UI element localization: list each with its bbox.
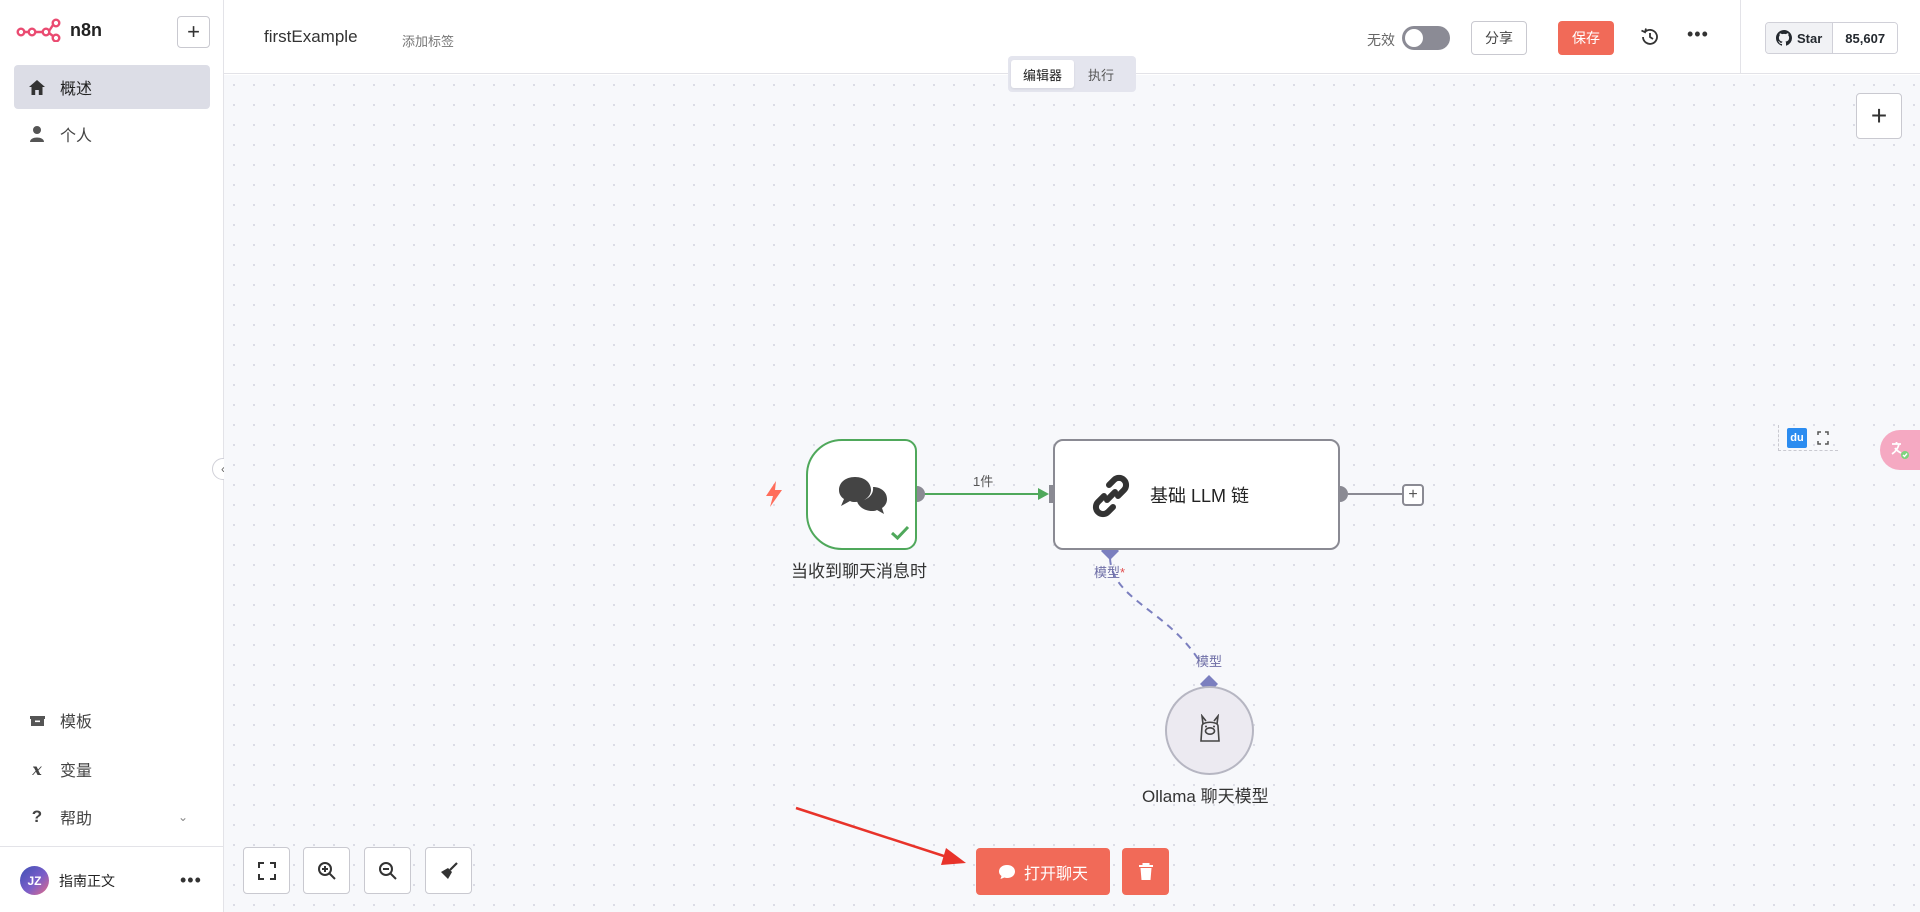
expand-icon[interactable]	[1817, 430, 1829, 445]
du-badge[interactable]: du	[1787, 427, 1807, 448]
translate-icon	[1891, 442, 1909, 459]
du-translate-widget[interactable]: du	[1778, 425, 1838, 451]
translate-floating-icon[interactable]	[1880, 430, 1920, 470]
arrow-head-icon	[941, 848, 966, 865]
annotation-arrow	[795, 806, 966, 865]
n8n-app: n8n + 概述 个人 模板 x 变量 ? 帮助 ⌄ JZ 指南正文 ••• ‹…	[0, 0, 1920, 912]
